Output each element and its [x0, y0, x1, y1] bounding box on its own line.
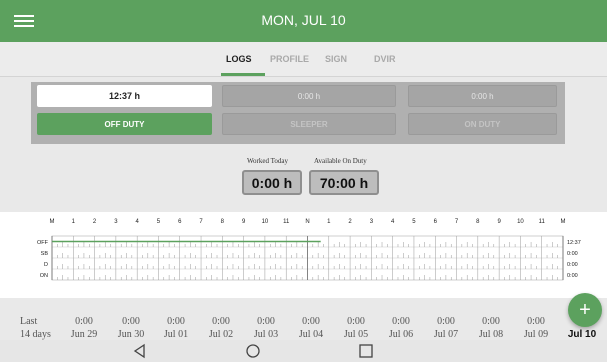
row-label: SB: [41, 251, 49, 257]
hour-label: 3: [370, 219, 374, 225]
on-duty-time: 0:00 h: [408, 85, 557, 107]
off-duty-time: 12:37 h: [37, 85, 212, 107]
hour-label: 7: [455, 219, 459, 225]
hour-label: M: [561, 219, 566, 225]
day-total: 0:00: [167, 316, 185, 327]
row-total: 12:37: [567, 240, 581, 246]
active-tab-indicator: [221, 73, 265, 76]
row-label: ON: [40, 273, 48, 279]
day-total: 0:00: [122, 316, 140, 327]
home-icon[interactable]: [245, 343, 261, 359]
row-total: 0:00: [567, 273, 578, 279]
on-duty-button[interactable]: ON DUTY: [408, 113, 557, 135]
worked-today-value: 0:00 h: [242, 170, 302, 195]
day-item[interactable]: 0:00 Jul 09: [516, 315, 556, 341]
hour-label: N: [305, 219, 309, 225]
hour-label: 11: [539, 219, 546, 225]
tab-sign[interactable]: SIGN: [325, 54, 347, 64]
recents-icon[interactable]: [358, 343, 374, 359]
hour-label: 6: [434, 219, 438, 225]
app-bar: MON, JUL 10: [0, 0, 607, 42]
tab-logs[interactable]: LOGS: [226, 54, 252, 64]
row-label: D: [44, 262, 48, 268]
day-total: 0:00: [437, 316, 455, 327]
off-duty-button[interactable]: OFF DUTY: [37, 113, 212, 135]
hour-label: M: [50, 219, 55, 225]
day-total: 0:00: [257, 316, 275, 327]
day-item[interactable]: 0:00 Jul 02: [201, 315, 241, 341]
hour-label: 9: [497, 219, 501, 225]
day-total: 0:00: [212, 316, 230, 327]
system-nav-bar: [0, 340, 607, 362]
hour-label: 2: [348, 219, 352, 225]
hour-label: 8: [221, 219, 225, 225]
row-total: 0:00: [567, 262, 578, 268]
hour-label: 8: [476, 219, 480, 225]
add-icon[interactable]: +: [568, 293, 602, 327]
worked-today-label: Worked Today: [247, 157, 289, 165]
day-item[interactable]: 0:00 Jul 08: [471, 315, 511, 341]
day-total: 0:00: [527, 316, 545, 327]
available-on-duty-label: Available On Duty: [314, 157, 367, 165]
duty-status-panel: 12:37 h 0:00 h 0:00 h OFF DUTY SLEEPER O…: [31, 82, 565, 144]
sleeper-time: 0:00 h: [222, 85, 396, 107]
hour-label: 5: [157, 219, 161, 225]
day-item[interactable]: 0:00 Jun 29: [64, 315, 104, 341]
log-grid: M 1 2 3 4 5 6 7 8 9 10 11 N 1 2 3 4 5 6 7 8 9 10 11 M OFF SB D ON 12:…: [37, 219, 581, 281]
day-item[interactable]: 0:00 Jul 05: [336, 315, 376, 341]
day-total: Last: [20, 316, 38, 327]
hour-label: 10: [517, 219, 524, 225]
day-total: 0:00: [482, 316, 500, 327]
day-total: 0:00: [392, 316, 410, 327]
back-icon[interactable]: [132, 343, 148, 359]
hour-label: 9: [242, 219, 246, 225]
day-item[interactable]: Last 14 days: [20, 315, 60, 341]
day-total: 0:00: [302, 316, 320, 327]
hour-label: 11: [283, 219, 290, 225]
page-title: MON, JUL 10: [261, 12, 346, 28]
available-on-duty-value: 70:00 h: [309, 170, 379, 195]
day-item[interactable]: 0:00 Jul 04: [291, 315, 331, 341]
row-total: 0:00: [567, 251, 578, 257]
tab-bar: LOGS PROFILE SIGN DVIR: [0, 42, 607, 77]
hour-label: 1: [327, 219, 331, 225]
day-item[interactable]: 0:00 Jul 03: [246, 315, 286, 341]
day-total: 0:00: [75, 316, 93, 327]
day-total: 0:00: [347, 316, 365, 327]
day-item[interactable]: 0:00 Jun 30: [111, 315, 151, 341]
sleeper-button[interactable]: SLEEPER: [222, 113, 396, 135]
hour-label: 4: [135, 219, 139, 225]
hour-label: 1: [72, 219, 76, 225]
hour-label: 5: [412, 219, 416, 225]
day-item[interactable]: 0:00 Jul 01: [156, 315, 196, 341]
row-label: OFF: [37, 240, 49, 246]
hour-label: 7: [199, 219, 203, 225]
hour-label: 4: [391, 219, 395, 225]
day-item[interactable]: 0:00 Jul 06: [381, 315, 421, 341]
hour-label: 10: [262, 219, 269, 225]
day-item[interactable]: 0:00 Jul 07: [426, 315, 466, 341]
tab-dvir[interactable]: DVIR: [374, 54, 396, 64]
hour-label: 3: [114, 219, 118, 225]
hour-label: 6: [178, 219, 182, 225]
hour-label: 2: [93, 219, 97, 225]
log-grid-panel: M 1 2 3 4 5 6 7 8 9 10 11 N 1 2 3 4 5 6 7 8 9 10 11 M OFF SB D ON 12:…: [0, 212, 607, 298]
tab-profile[interactable]: PROFILE: [270, 54, 309, 64]
day-selector: Last 14 days 0:00 Jun 29 0:00 Jun 30 0:00 Jul 0…: [0, 300, 607, 340]
